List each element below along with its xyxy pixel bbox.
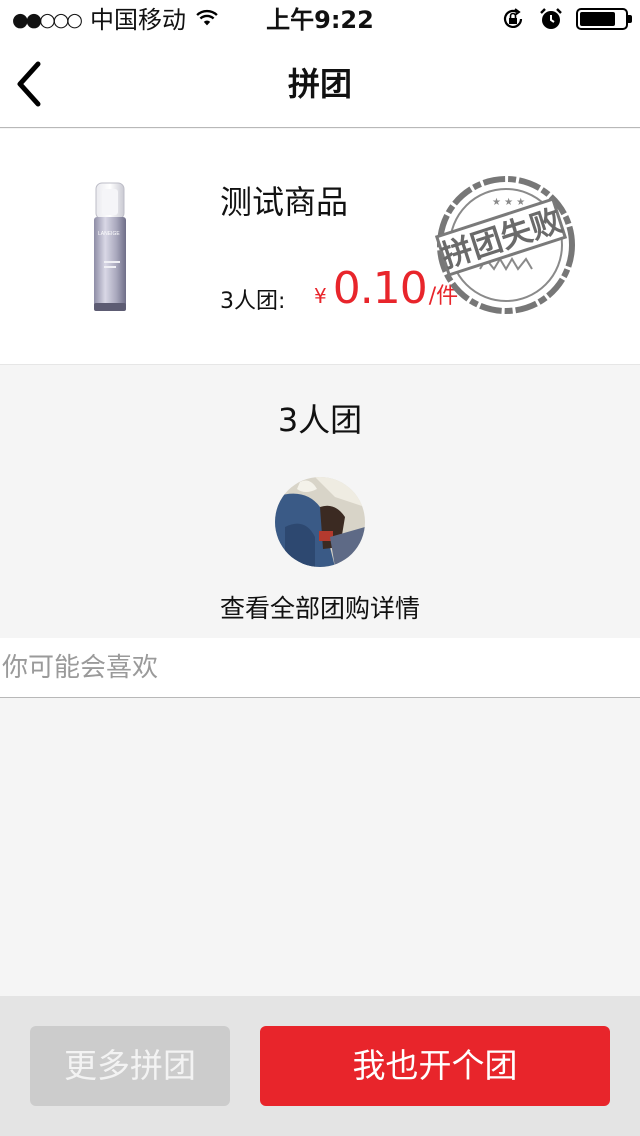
avatar-photo (275, 477, 365, 567)
view-all-group-details-link[interactable]: 查看全部团购详情 (0, 589, 640, 625)
rotation-lock-icon (503, 8, 523, 28)
battery-icon (576, 8, 632, 30)
product-brand-mark: LANEIGE (98, 231, 120, 237)
group-section: 3人团 查看全部团购详情 (0, 365, 640, 637)
recommendations-title: 你可能会喜欢 (2, 653, 159, 683)
recommendations-header: 你可能会喜欢 (0, 638, 640, 698)
svg-text:★ ★ ★: ★ ★ ★ (492, 197, 525, 208)
status-bar: ●●○○○ 中国移动 上午9:22 (0, 0, 640, 40)
product-card[interactable]: LANEIGE 测试商品 3人团: ¥ 0.10 /件 ★ ★ ★ 拼团失败 (0, 129, 640, 365)
group-title: 3人团 (277, 401, 363, 439)
member-avatar[interactable] (275, 477, 365, 567)
open-group-button[interactable]: 我也开个团 (260, 1026, 610, 1106)
battery-level (580, 12, 616, 26)
product-image: LANEIGE (94, 182, 126, 311)
recommendations-list (0, 698, 640, 996)
stamp-text: 拼团失败 (437, 203, 566, 276)
navigation-bar: 拼团 (0, 40, 640, 128)
alarm-icon (540, 8, 562, 29)
currency-symbol: ¥ (314, 284, 327, 308)
bottom-action-bar: 更多拼团 我也开个团 (0, 996, 640, 1136)
price-value: 0.10 (332, 263, 428, 314)
group-size-label: 3人团: (220, 289, 286, 314)
page-title: 拼团 (287, 65, 352, 103)
more-groups-button[interactable]: 更多拼团 (30, 1026, 230, 1106)
group-failed-stamp: ★ ★ ★ 拼团失败 (434, 176, 575, 314)
product-name: 测试商品 (220, 183, 349, 221)
